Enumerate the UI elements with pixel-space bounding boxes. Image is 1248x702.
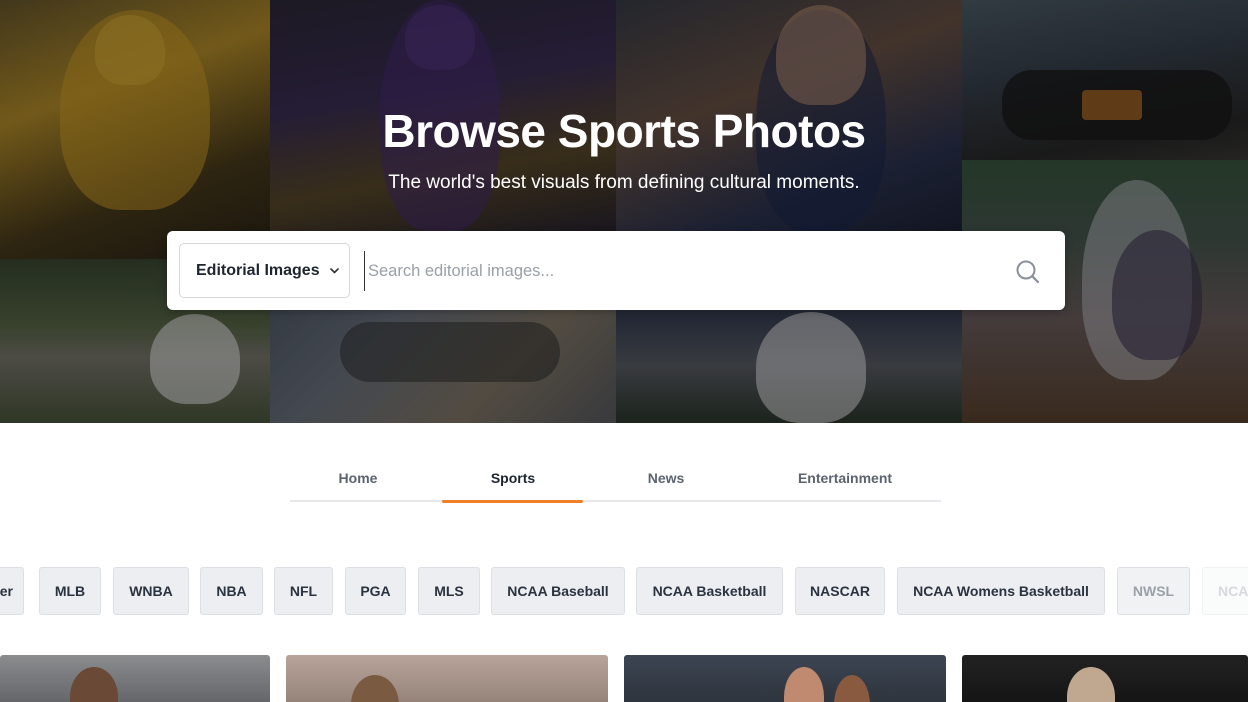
search-input[interactable]	[364, 251, 984, 291]
chip-soccer-partial[interactable]: er	[0, 567, 24, 615]
tab-home[interactable]: Home	[318, 470, 398, 502]
chip-nascar[interactable]: NASCAR	[795, 567, 885, 615]
chip-ncaa-baseball[interactable]: NCAA Baseball	[491, 567, 625, 615]
chip-nba[interactable]: NBA	[200, 567, 263, 615]
search-scope-dropdown[interactable]: Editorial Images	[179, 243, 350, 298]
search-scope-label: Editorial Images	[196, 261, 320, 279]
search-icon[interactable]	[1013, 257, 1043, 287]
tab-sports[interactable]: Sports	[472, 470, 554, 502]
chip-mls[interactable]: MLS	[418, 567, 480, 615]
chip-mlb[interactable]: MLB	[39, 567, 101, 615]
tab-news[interactable]: News	[626, 470, 706, 502]
chevron-down-icon	[329, 266, 339, 277]
chip-ncaa-basketball[interactable]: NCAA Basketball	[636, 567, 783, 615]
search-bar: Editorial Images	[167, 231, 1065, 310]
hero-banner: Browse Sports Photos The world's best vi…	[0, 0, 1248, 423]
chip-wnba[interactable]: WNBA	[113, 567, 189, 615]
photo-card[interactable]	[624, 655, 946, 702]
active-tab-indicator	[442, 500, 583, 503]
chip-ncaa-womens-basketball[interactable]: NCAA Womens Basketball	[897, 567, 1105, 615]
hero-overlay	[0, 0, 1248, 423]
photo-card[interactable]	[286, 655, 608, 702]
chip-nfl[interactable]: NFL	[274, 567, 333, 615]
category-chips: er MLB WNBA NBA NFL PGA MLS NCAA Basebal…	[0, 567, 1248, 615]
section-tabs: Home Sports News Entertainment	[290, 460, 941, 503]
chip-pga[interactable]: PGA	[345, 567, 406, 615]
hero-title: Browse Sports Photos	[382, 105, 866, 157]
photo-card[interactable]	[962, 655, 1248, 702]
chip-ncaa-partial[interactable]: NCA	[1202, 567, 1248, 615]
hero-subtitle: The world's best visuals from defining c…	[388, 172, 860, 193]
tab-entertainment[interactable]: Entertainment	[780, 470, 910, 502]
chip-nwsl[interactable]: NWSL	[1117, 567, 1190, 615]
photo-card[interactable]	[0, 655, 270, 702]
